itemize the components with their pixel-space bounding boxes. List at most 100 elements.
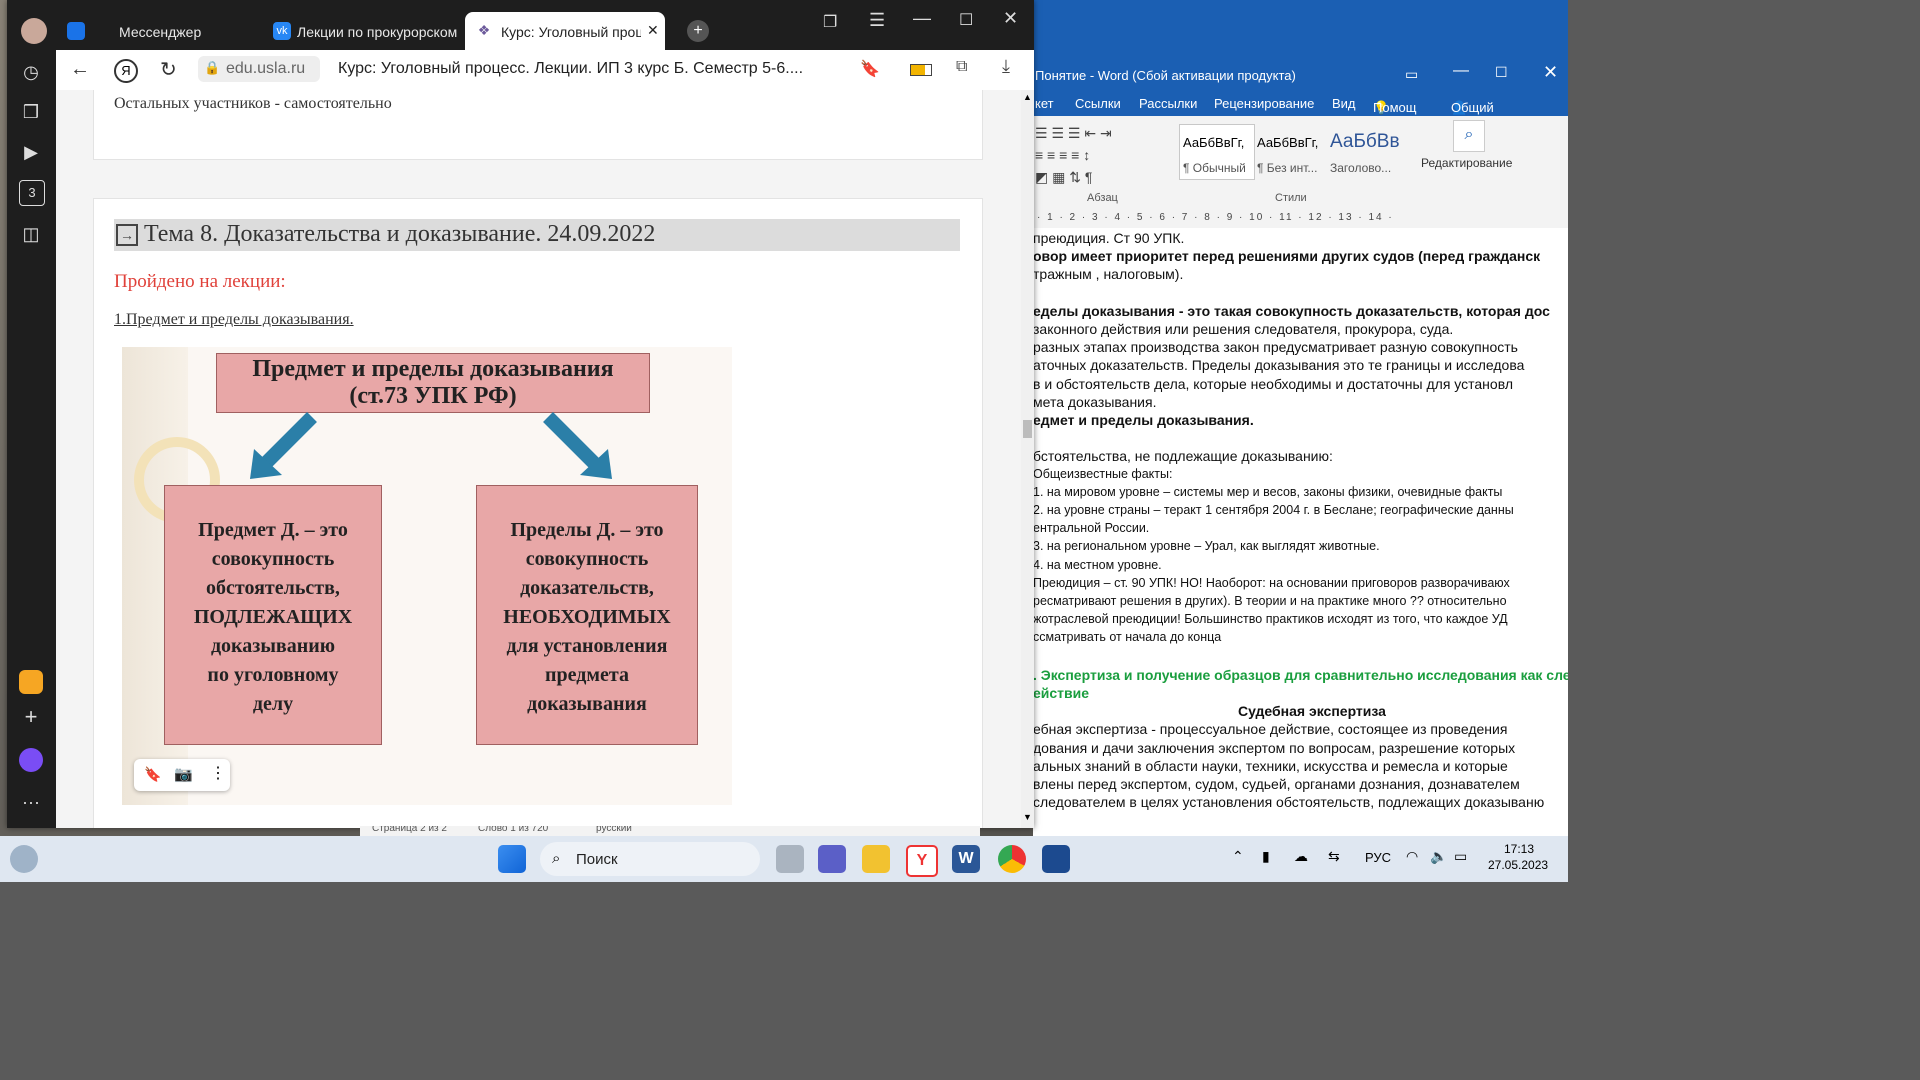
more-vertical-icon[interactable]: ⋮ bbox=[210, 763, 226, 783]
avatar[interactable] bbox=[21, 18, 47, 44]
clock-date[interactable]: 27.05.2023 bbox=[1488, 858, 1548, 872]
meet-icon[interactable]: ▮ bbox=[1262, 848, 1270, 865]
diagram-line: доказательств, bbox=[520, 577, 654, 599]
diagram-header-box: Предмет и пределы доказывания (ст.73 УПК… bbox=[216, 353, 650, 413]
site-info[interactable]: 🔒 edu.usla.ru bbox=[198, 56, 320, 82]
history-icon[interactable]: ◷ bbox=[19, 60, 43, 84]
reload-icon[interactable]: ↻ bbox=[160, 57, 177, 82]
diagram-image: Предмет и пределы доказывания (ст.73 УПК… bbox=[122, 347, 732, 805]
scrollbar[interactable]: ▲ ▼ bbox=[1021, 90, 1034, 828]
browser-sidebar: ◷ ❒ ▶ 3 ◫ + ··· bbox=[7, 50, 56, 828]
bookmark-icon[interactable]: 🔖 bbox=[860, 59, 880, 79]
tab-messenger[interactable]: Мессенджер bbox=[65, 12, 255, 50]
limits-box: Пределы Д. – это совокупность доказательст… bbox=[476, 485, 698, 745]
chevron-up-icon[interactable]: ⌃ bbox=[1232, 848, 1244, 865]
word-icon[interactable]: W bbox=[952, 845, 980, 873]
doc-line: жотраслевой преюдиции! Большинство практ… bbox=[1033, 612, 1508, 627]
menu-icon[interactable]: ☰ bbox=[869, 10, 885, 31]
diagram-line: для установления bbox=[506, 635, 668, 657]
paragraph-controls[interactable]: ☰ ☰ ☰ ⇤ ⇥ ≡ ≡ ≡ ≡ ↕ ◩ ▦ ⇅ ¶ bbox=[1035, 122, 1165, 192]
scroll-thumb[interactable] bbox=[1023, 420, 1032, 438]
task-view-icon[interactable] bbox=[776, 845, 804, 873]
doc-line: мета доказывания. bbox=[1033, 393, 1157, 410]
close-window-icon[interactable]: ✕ bbox=[1003, 8, 1018, 29]
download-icon[interactable]: ⤓ bbox=[1002, 56, 1010, 77]
network-settings-icon[interactable]: ⇆ bbox=[1328, 848, 1340, 865]
weather-icon[interactable] bbox=[10, 845, 38, 873]
word-document[interactable]: преюдиция. Ст 90 УПК. овор имеет приорите… bbox=[1033, 228, 1568, 836]
minimize-icon[interactable]: — bbox=[1453, 62, 1469, 80]
doc-line: преюдиция. Ст 90 УПК. bbox=[1033, 230, 1185, 246]
tab-course[interactable]: ❖ Курс: Уголовный проце ✕ bbox=[465, 12, 665, 50]
new-tab-button[interactable]: + bbox=[687, 20, 709, 42]
word-ruler: · 1 · 2 · 3 · 4 · 5 · 6 · 7 · 8 · 9 · 10… bbox=[1033, 210, 1568, 229]
back-icon[interactable]: ← bbox=[70, 58, 90, 81]
yandex-icon[interactable]: Я bbox=[114, 59, 138, 83]
diagram-line: Пределы Д. – это bbox=[510, 519, 664, 541]
defender-icon[interactable] bbox=[1042, 845, 1070, 873]
tab-mailings[interactable]: Рассылки bbox=[1139, 96, 1197, 111]
minimize-icon[interactable]: — bbox=[913, 8, 931, 29]
word-status-bar: Страница 2 из 2 Слово 1 из 720 русский bbox=[360, 826, 980, 836]
chrome-icon[interactable] bbox=[998, 845, 1026, 873]
word-window: Понятие - Word (Сбой активации продукта)… bbox=[1033, 0, 1568, 836]
status-words: Слово 1 из 720 bbox=[478, 826, 549, 834]
explorer-icon[interactable] bbox=[862, 845, 890, 873]
collections-sidebar-icon[interactable]: ❒ bbox=[19, 100, 43, 124]
diagram-line: ПОДЛЕЖАЩИХ bbox=[193, 606, 353, 628]
doc-line: Общеизвестные факты: bbox=[1033, 466, 1173, 481]
style-normal[interactable]: АаБбВвГг, ¶ Обычный bbox=[1179, 124, 1255, 180]
teams-icon[interactable] bbox=[818, 845, 846, 873]
collections-icon[interactable]: ❐ bbox=[823, 12, 837, 32]
diagram-line: доказывания bbox=[527, 693, 647, 715]
tab-lectures[interactable]: vk Лекции по прокурорском bbox=[265, 12, 460, 50]
add-icon[interactable]: + bbox=[19, 705, 43, 729]
sidebar-badge[interactable]: 3 bbox=[19, 180, 45, 206]
scroll-up-icon[interactable]: ▲ bbox=[1023, 92, 1032, 102]
onedrive-icon[interactable]: ☁ bbox=[1294, 848, 1308, 865]
word-ribbon: ☰ ☰ ☰ ⇤ ⇥ ≡ ≡ ≡ ≡ ↕ ◩ ▦ ⇅ ¶ АаБбВвГг, ¶ Об… bbox=[1033, 116, 1568, 211]
video-icon[interactable]: ▶ bbox=[19, 140, 43, 164]
reader-icon[interactable]: ⧉ bbox=[956, 58, 967, 76]
moodle-icon: ❖ bbox=[477, 22, 491, 38]
yandex-browser-icon[interactable]: Y bbox=[906, 845, 938, 877]
page-title-text[interactable]: Курс: Уголовный процесс. Лекции. ИП 3 ку… bbox=[338, 60, 803, 78]
scroll-down-icon[interactable]: ▼ bbox=[1023, 812, 1032, 822]
tab-layout[interactable]: кет bbox=[1035, 96, 1054, 111]
search-icon[interactable]: ⌕ bbox=[1453, 120, 1485, 152]
status-lang: русский bbox=[596, 826, 632, 834]
battery-icon[interactable]: ▭ bbox=[1454, 848, 1467, 865]
more-icon[interactable]: ··· bbox=[19, 790, 43, 814]
prev-card-text: Остальных участников - самостоятельно bbox=[114, 95, 392, 112]
start-icon[interactable] bbox=[498, 845, 526, 873]
screenshot-icon[interactable]: ◫ bbox=[19, 222, 43, 246]
vk-icon: vk bbox=[273, 22, 291, 40]
ribbon-display-icon[interactable]: ▭ bbox=[1405, 66, 1418, 83]
volume-icon[interactable]: 🔈 bbox=[1430, 848, 1447, 865]
camera-icon[interactable]: 📷 bbox=[174, 765, 193, 783]
word-title-text: Понятие - Word (Сбой активации продукта) bbox=[1035, 68, 1296, 83]
alice-icon[interactable] bbox=[19, 748, 43, 772]
wifi-icon[interactable]: ◠ bbox=[1406, 848, 1418, 865]
tab-references[interactable]: Ссылки bbox=[1075, 96, 1121, 111]
maximize-icon[interactable]: ☐ bbox=[1495, 64, 1508, 81]
item-link[interactable]: 1.Предмет и пределы доказывания. bbox=[114, 311, 354, 329]
close-tab-icon[interactable]: ✕ bbox=[647, 22, 659, 39]
editing-group-label[interactable]: Редактирование bbox=[1421, 156, 1512, 170]
maximize-icon[interactable]: ☐ bbox=[959, 10, 973, 30]
style-no-spacing[interactable]: АаБбВвГг, ¶ Без инт... bbox=[1253, 124, 1329, 180]
domain-text: edu.usla.ru bbox=[226, 60, 306, 77]
close-icon[interactable]: ✕ bbox=[1543, 62, 1558, 83]
search-box[interactable]: ⌕ Поиск bbox=[540, 842, 760, 876]
bookmark-image-icon[interactable]: 🔖 bbox=[144, 766, 161, 783]
tab-view[interactable]: Вид bbox=[1332, 96, 1356, 111]
doc-line: ебная экспертиза - процессуальное действ… bbox=[1033, 721, 1508, 738]
language-indicator[interactable]: РУС bbox=[1365, 850, 1391, 865]
clock-time[interactable]: 17:13 bbox=[1504, 842, 1534, 856]
style-heading[interactable]: АаБбВв Заголово... bbox=[1327, 124, 1403, 180]
battery-saver-icon[interactable] bbox=[910, 64, 932, 76]
tab-review[interactable]: Рецензирование bbox=[1214, 96, 1314, 111]
diagram-line: совокупность bbox=[211, 548, 335, 570]
tab-bar: Мессенджер vk Лекции по прокурорском ❖ К… bbox=[7, 0, 1034, 50]
mail-icon[interactable] bbox=[19, 670, 43, 694]
